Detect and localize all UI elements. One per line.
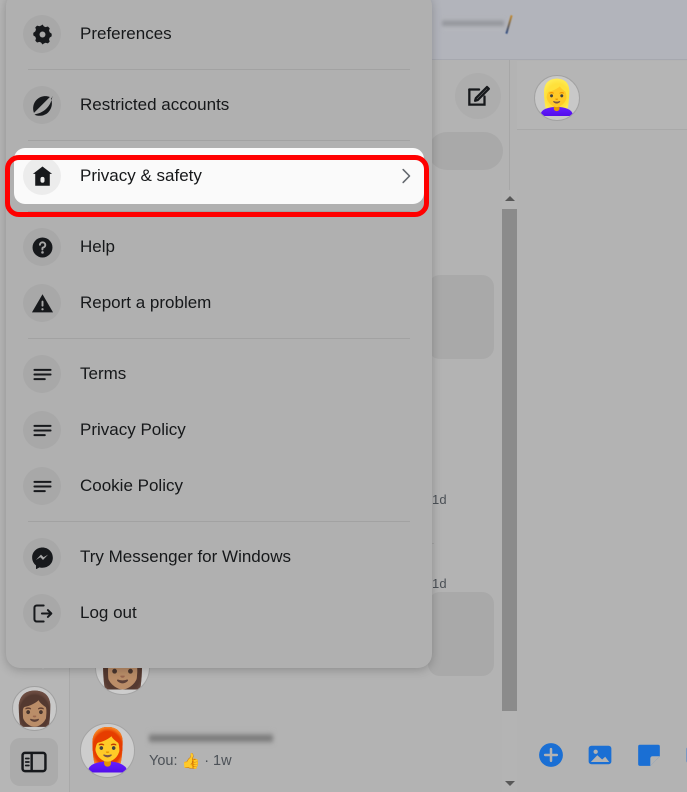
chat-time: 1w [213,753,232,769]
scrollbar-thumb[interactable] [502,209,517,711]
warning-icon [23,284,61,322]
menu-item-label: Report a problem [80,293,212,312]
document-icon [23,355,61,393]
logout-icon [23,594,61,632]
menu-item-help[interactable]: Help [6,219,432,275]
menu-item-report-a-problem[interactable]: Report a problem [6,275,432,331]
menu-pointer-tail [28,652,58,669]
app-window: 1d 1d 👱‍♀️ G 👩🏽 � [0,0,687,792]
chat-list-scrollbar[interactable] [502,190,517,792]
menu-item-privacy-and-safety[interactable]: Privacy & safety [14,148,424,204]
menu-item-label: Help [80,237,115,256]
question-icon [23,228,61,266]
menu-item-label: Privacy Policy [80,420,186,439]
chat-timestamp: 1d [432,576,447,591]
chat-list-row[interactable]: 👩‍🦰 You: 👍 · 1w [80,714,430,786]
menu-divider [28,69,410,70]
menu-item-cookie-policy[interactable]: Cookie Policy [6,458,432,514]
chevron-up-icon [504,196,515,201]
panel-toggle-button[interactable] [10,738,58,786]
settings-menu-list: Preferences Restricted accounts Privacy … [6,0,432,641]
sticker-icon[interactable] [636,742,662,768]
conversation-message-area [517,130,687,720]
menu-item-terms[interactable]: Terms [6,346,432,402]
composer-actions: G [538,742,687,768]
panel-layout-icon [21,751,47,773]
menu-divider [28,211,410,212]
document-icon [23,411,61,449]
chevron-right-icon [396,166,416,186]
menu-item-restricted-accounts[interactable]: Restricted accounts [6,77,432,133]
menu-item-try-messenger-for-windows[interactable]: Try Messenger for Windows [6,529,432,585]
chat-list-item-placeholder[interactable] [428,275,494,359]
settings-menu: Preferences Restricted accounts Privacy … [6,0,432,669]
menu-item-label: Preferences [80,24,172,43]
preview-prefix: You: [149,753,178,769]
menu-item-label: Terms [80,364,127,383]
menu-item-label: Log out [80,603,137,622]
chat-preview: You: 👍 · 1w [149,753,273,769]
compose-button[interactable] [455,73,501,119]
image-icon[interactable] [587,742,613,768]
chat-row-text: You: 👍 · 1w [149,731,273,769]
menu-item-label: Privacy & safety [80,166,202,185]
menu-item-log-out[interactable]: Log out [6,585,432,641]
shield-home-icon [23,157,61,195]
window-titlebar [430,0,687,60]
menu-divider [28,338,410,339]
document-icon [23,467,61,505]
window-title-redacted [442,18,504,30]
menu-item-label: Cookie Policy [80,476,183,495]
chat-timestamp: 1d [432,492,447,507]
conversation-avatar[interactable]: 👱‍♀️ [534,75,580,121]
compose-icon [468,85,490,106]
search-bar-placeholder[interactable] [428,132,503,170]
chevron-down-icon [504,781,515,786]
plus-circle-icon[interactable] [538,742,564,768]
gear-icon [23,15,61,53]
title-separator [505,15,513,34]
thumbs-up-icon: 👍 [181,752,201,770]
restricted-icon [23,86,61,124]
menu-item-label: Restricted accounts [80,95,230,114]
avatar: 👩‍🦰 [80,722,135,778]
contact-name-redacted [149,731,273,744]
menu-item-preferences[interactable]: Preferences [6,6,432,62]
menu-item-privacy-policy[interactable]: Privacy Policy [6,402,432,458]
chat-list-item-placeholder[interactable] [428,592,494,676]
menu-divider [28,140,410,141]
scroll-down-button[interactable] [502,775,517,792]
menu-item-label: Try Messenger for Windows [80,547,291,566]
time-separator: · [204,753,210,769]
messenger-icon [23,538,61,576]
menu-divider [28,521,410,522]
own-profile-avatar[interactable]: 👩🏽 [12,686,57,731]
scroll-up-button[interactable] [502,190,517,207]
